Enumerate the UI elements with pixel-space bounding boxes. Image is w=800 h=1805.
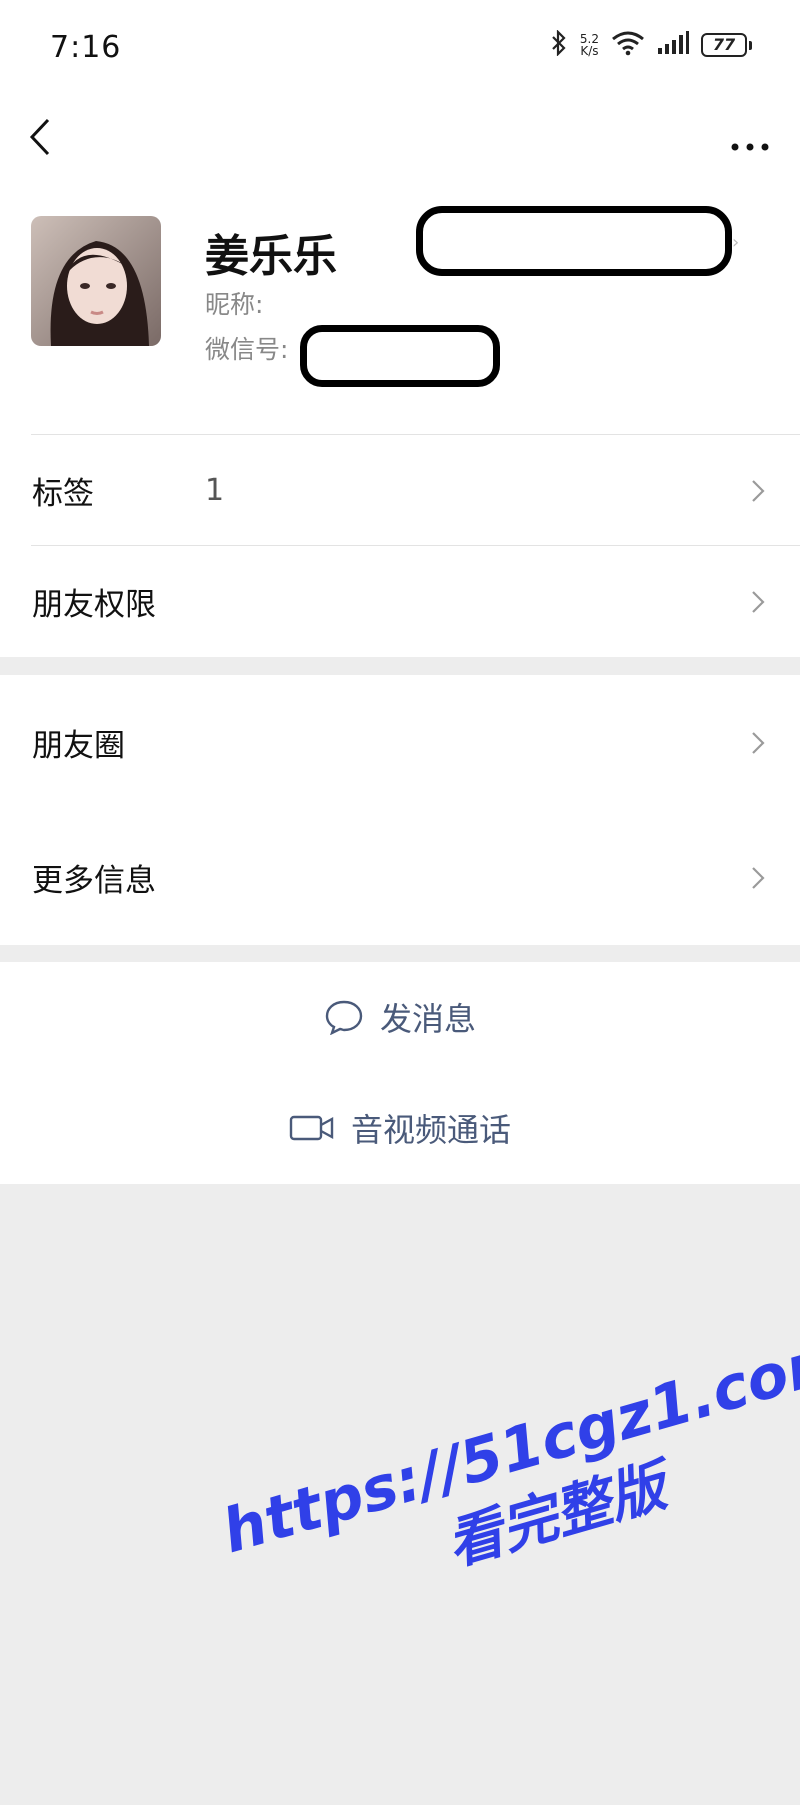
battery-level: 77 [701,33,747,57]
chevron-right-icon [752,866,765,889]
tags-label: 标签 [32,476,94,512]
send-message-label: 发消息 [379,1000,476,1038]
status-icons: 5.2 K/s 77 [550,29,752,60]
status-time: 7:16 [50,30,122,65]
watermark: https://51cgz1.com 看完整版 [215,1322,800,1640]
chevron-right-icon [752,590,765,613]
chevron-left-icon [29,118,50,156]
permissions-row[interactable]: 朋友权限 [0,546,800,657]
tags-value: 1 [205,473,225,508]
network-speed: 5.2 K/s [579,32,599,58]
more-info-label: 更多信息 [32,863,156,899]
info-section-2: 朋友圈 更多信息 [0,675,800,945]
nav-bar [0,100,800,180]
bluetooth-icon [550,29,568,60]
redaction-mark [416,206,732,276]
redaction-mark [300,325,500,387]
video-call-label: 音视频通话 [350,1111,511,1149]
wifi-icon [611,30,645,60]
video-camera-icon [289,1115,334,1141]
video-call-button[interactable]: 音视频通话 [0,1073,800,1183]
chevron-right-icon [752,731,765,754]
nickname-label: 昵称: [205,290,264,319]
tags-row[interactable]: 标签 1 [0,435,800,546]
watermark-text: 看完整版 [439,1453,673,1579]
profile-header: 姜乐乐 › 昵称: 微信号: [0,180,800,435]
wechat-id-label: 微信号: [205,335,289,364]
moments-row[interactable]: 朋友圈 [0,675,800,810]
avatar[interactable] [31,216,161,346]
actions-section: 发消息 音视频通话 [0,962,800,1184]
signal-icon [657,31,689,59]
display-name: 姜乐乐 [205,231,337,282]
send-message-button[interactable]: 发消息 [0,962,800,1072]
battery-icon: 77 [701,33,752,57]
more-dots-icon [731,143,769,151]
permissions-label: 朋友权限 [32,587,156,623]
info-section-1: 标签 1 朋友权限 [0,435,800,657]
chevron-right-icon: › [732,232,740,253]
watermark-url: https://51cgz1.com [215,1321,800,1568]
status-bar: 7:16 5.2 K/s 77 [0,0,800,100]
chevron-right-icon [752,479,765,502]
chat-bubble-icon [325,1000,363,1035]
back-button[interactable] [20,112,70,162]
moments-label: 朋友圈 [32,728,125,764]
more-info-row[interactable]: 更多信息 [0,810,800,945]
more-button[interactable] [720,112,780,162]
